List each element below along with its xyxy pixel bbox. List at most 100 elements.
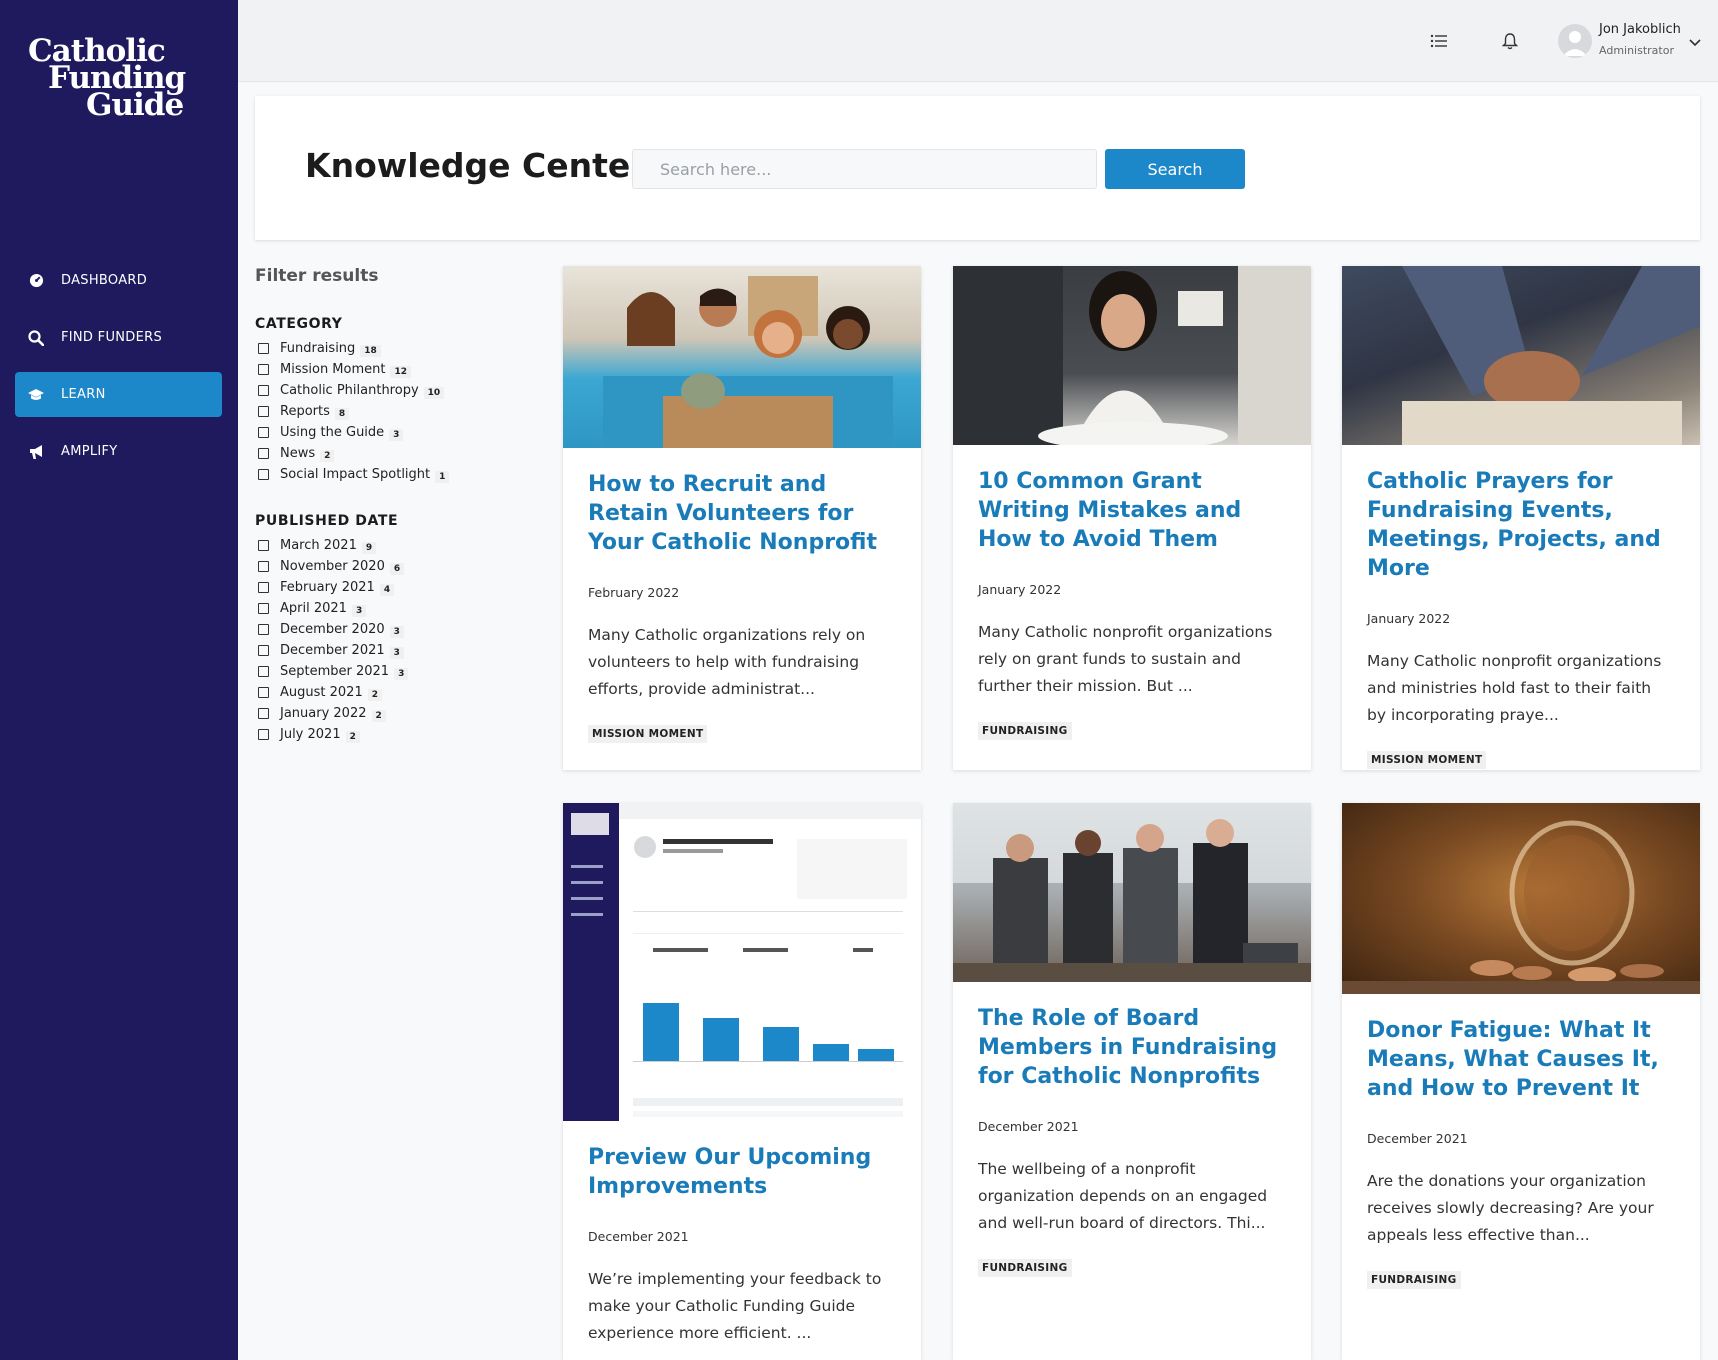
nav-item-find-funders[interactable]: FIND FUNDERS	[15, 315, 222, 360]
filter-count: 2	[320, 450, 335, 462]
category-filter-item[interactable]: News 2	[255, 443, 525, 464]
category-filter-list: Fundraising 18 Mission Moment 12 Catholic …	[255, 338, 525, 485]
article-date: December 2021	[1367, 1131, 1468, 1146]
article-title[interactable]: How to Recruit and Retain Volunteers for…	[588, 470, 896, 557]
checkbox[interactable]	[258, 469, 269, 480]
article-tag[interactable]: FUNDRAISING	[978, 722, 1072, 740]
checkbox[interactable]	[258, 427, 269, 438]
checkbox[interactable]	[258, 729, 269, 740]
brand-logo[interactable]: Catholic Funding Guide	[28, 36, 208, 123]
prayer-hands-photo	[1342, 266, 1700, 445]
dashboard-gauge-icon	[27, 272, 45, 290]
search-input[interactable]	[632, 149, 1097, 189]
filter-label: February 2021	[280, 580, 375, 595]
filter-count: 3	[389, 626, 404, 638]
article-title[interactable]: Catholic Prayers for Fundraising Events,…	[1367, 467, 1675, 583]
filter-count: 8	[334, 408, 350, 420]
article-card[interactable]: Donor Fatigue: What It Means, What Cause…	[1342, 803, 1700, 1360]
nav-label-amplify: AMPLIFY	[61, 444, 118, 459]
user-name[interactable]: Jon Jakoblich	[1599, 22, 1681, 37]
filter-count: 3	[351, 605, 367, 617]
list-icon[interactable]	[1428, 30, 1450, 52]
category-filter-item[interactable]: Mission Moment 12	[255, 359, 525, 380]
date-filter-item[interactable]: September 2021 3	[255, 661, 525, 682]
article-date: January 2022	[978, 582, 1062, 597]
date-filter-item[interactable]: December 2021 3	[255, 640, 525, 661]
nav-item-amplify[interactable]: AMPLIFY	[15, 429, 222, 474]
article-tag[interactable]: FUNDRAISING	[978, 1259, 1072, 1277]
filter-label: April 2021	[280, 601, 347, 616]
checkbox[interactable]	[258, 708, 269, 719]
date-filter-item[interactable]: August 2021 2	[255, 682, 525, 703]
filter-count: 2	[345, 731, 360, 743]
article-tag[interactable]: FUNDRAISING	[1367, 1271, 1461, 1289]
brand-line-3: Guide	[86, 87, 184, 123]
category-filter-item[interactable]: Fundraising 18	[255, 338, 525, 359]
avatar[interactable]	[1558, 24, 1592, 58]
filter-count: 10	[423, 387, 445, 399]
checkbox[interactable]	[258, 540, 269, 551]
filter-label: December 2020	[280, 622, 385, 637]
nav-label-find-funders: FIND FUNDERS	[61, 330, 163, 345]
date-filter-item[interactable]: July 2021 2	[255, 724, 525, 745]
page-title: Knowledge Center	[305, 146, 647, 185]
article-excerpt: We’re implementing your feedback to make…	[588, 1270, 882, 1342]
checkbox[interactable]	[258, 582, 269, 593]
date-filter-title: PUBLISHED DATE	[255, 513, 399, 529]
checkbox[interactable]	[258, 343, 269, 354]
filter-label: December 2021	[280, 643, 385, 658]
article-title[interactable]: Preview Our Upcoming Improvements	[588, 1143, 896, 1201]
checkbox[interactable]	[258, 364, 269, 375]
top-header: Jon Jakoblich Administrator	[238, 0, 1718, 82]
article-date: January 2022	[1367, 611, 1451, 626]
checkbox[interactable]	[258, 448, 269, 459]
sidebar: Catholic Funding Guide DASHBOARD FIND FU…	[0, 0, 238, 1360]
article-card[interactable]: How to Recruit and Retain Volunteers for…	[563, 266, 921, 770]
article-card[interactable]: 10 Common Grant Writing Mistakes and How…	[953, 266, 1311, 770]
chevron-down-icon[interactable]	[1688, 34, 1702, 48]
article-tag[interactable]: MISSION MOMENT	[1367, 751, 1487, 769]
filter-label: Reports	[280, 404, 330, 419]
checkbox[interactable]	[258, 385, 269, 396]
date-filter-item[interactable]: March 2021 9	[255, 535, 525, 556]
checkbox[interactable]	[258, 666, 269, 677]
article-excerpt: Many Catholic nonprofit organizations an…	[1367, 652, 1662, 724]
article-tag[interactable]: MISSION MOMENT	[588, 725, 708, 743]
date-filter-item[interactable]: November 2020 6	[255, 556, 525, 577]
article-card[interactable]: Preview Our Upcoming Improvements Decemb…	[563, 803, 921, 1360]
checkbox[interactable]	[258, 603, 269, 614]
app-screenshot-preview	[563, 803, 921, 1121]
category-filter-item[interactable]: Catholic Philanthropy 10	[255, 380, 525, 401]
filter-count: 3	[389, 429, 404, 441]
checkbox[interactable]	[258, 406, 269, 417]
category-filter-item[interactable]: Social Impact Spotlight 1	[255, 464, 525, 485]
volunteers-photo	[563, 266, 921, 448]
article-title[interactable]: The Role of Board Members in Fundraising…	[978, 1004, 1286, 1091]
grant-writer-photo	[953, 266, 1311, 445]
sidebar-nav: DASHBOARD FIND FUNDERS LEARN AMPLIFY	[15, 258, 222, 486]
filter-label: Social Impact Spotlight	[280, 467, 431, 482]
filter-label: Fundraising	[280, 341, 356, 356]
filter-label: July 2021	[280, 727, 341, 742]
category-filter-item[interactable]: Reports 8	[255, 401, 525, 422]
filter-count: 2	[371, 710, 386, 722]
search-button[interactable]: Search	[1105, 149, 1245, 189]
date-filter-item[interactable]: January 2022 2	[255, 703, 525, 724]
article-title[interactable]: 10 Common Grant Writing Mistakes and How…	[978, 467, 1286, 554]
category-filter-item[interactable]: Using the Guide 3	[255, 422, 525, 443]
checkbox[interactable]	[258, 624, 269, 635]
nav-label-learn: LEARN	[61, 387, 106, 402]
date-filter-item[interactable]: April 2021 3	[255, 598, 525, 619]
checkbox[interactable]	[258, 561, 269, 572]
article-title[interactable]: Donor Fatigue: What It Means, What Cause…	[1367, 1016, 1675, 1103]
checkbox[interactable]	[258, 687, 269, 698]
article-card[interactable]: Catholic Prayers for Fundraising Events,…	[1342, 266, 1700, 770]
article-card[interactable]: The Role of Board Members in Fundraising…	[953, 803, 1311, 1360]
checkbox[interactable]	[258, 645, 269, 656]
nav-item-learn[interactable]: LEARN	[15, 372, 222, 417]
date-filter-item[interactable]: February 2021 4	[255, 577, 525, 598]
article-date: December 2021	[978, 1119, 1079, 1134]
bell-icon[interactable]	[1499, 30, 1521, 52]
nav-item-dashboard[interactable]: DASHBOARD	[15, 258, 222, 303]
date-filter-item[interactable]: December 2020 3	[255, 619, 525, 640]
